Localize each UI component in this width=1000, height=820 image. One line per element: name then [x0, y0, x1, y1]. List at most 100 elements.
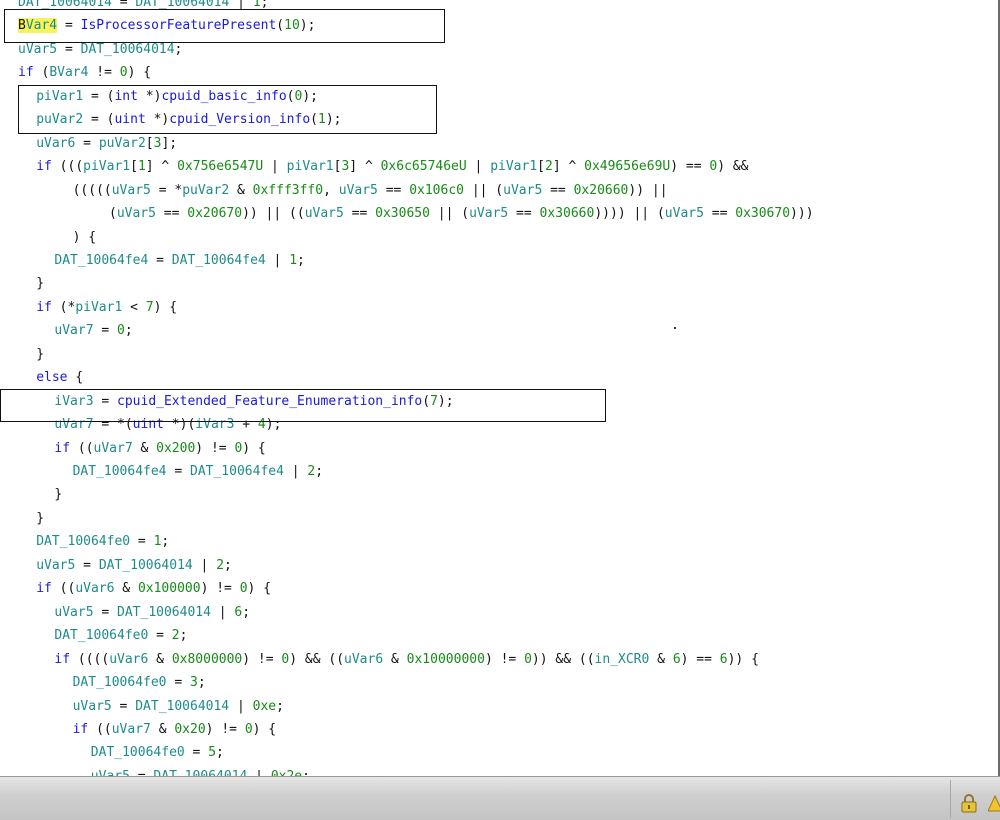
code-token: uVar5: [503, 182, 543, 198]
code-token: =: [148, 628, 172, 644]
code-token: DAT_10064014: [98, 557, 193, 573]
code-token: =: [184, 745, 209, 761]
code-token: uVar5: [304, 206, 344, 222]
code-token: 2: [216, 557, 225, 573]
code-token: ] ^: [552, 159, 585, 175]
code-token: =: [166, 675, 190, 691]
code-line[interactable]: uVar5 = DAT_10064014 | 2;: [36, 554, 232, 577]
code-token: 0x20670: [187, 206, 243, 222]
code-token: }: [36, 510, 45, 526]
stray-pixel: [674, 327, 676, 329]
code-line[interactable]: DAT_10064fe0 = 2;: [54, 624, 187, 647]
code-token: |: [210, 604, 235, 620]
code-token: ;: [197, 675, 206, 691]
code-line[interactable]: if (*piVar1 < 7) {: [36, 296, 177, 319]
code-line[interactable]: if ((((uVar6 & 0x8000000) != 0) && ((uVa…: [54, 648, 759, 671]
code-token: ) &&: [717, 159, 749, 175]
code-line[interactable]: else {: [36, 366, 83, 389]
code-token: 1: [137, 159, 146, 175]
code-line[interactable]: DAT_10064fe4 = DAT_10064fe4 | 1;: [54, 249, 304, 272]
code-token: if: [72, 721, 89, 737]
warning-icon[interactable]: [988, 793, 1000, 813]
decompiler-code-view[interactable]: DAT_10064014 = DAT_10064014 | 1; BVar4 = …: [0, 0, 1000, 776]
code-line[interactable]: uVar5 = DAT_10064014 | 6;: [54, 601, 250, 624]
code-token: [: [537, 159, 545, 175]
code-line[interactable]: if (BVar4 != 0) {: [18, 61, 151, 84]
code-token: (: [109, 206, 117, 222]
code-token: ) ==: [680, 651, 720, 667]
highlight-cpuid-basic-version: [18, 85, 437, 134]
code-token: uVar6: [75, 581, 115, 597]
code-token: ) !=: [195, 440, 235, 456]
code-token: uVar6: [344, 651, 384, 667]
code-token: |: [263, 159, 287, 175]
code-line[interactable]: DAT_10064fe0 = 1;: [36, 530, 169, 553]
code-line[interactable]: DAT_10064fe0 = 5;: [91, 741, 224, 764]
code-line[interactable]: uVar5 = DAT_10064014 | 0x2e;: [91, 765, 310, 776]
code-line[interactable]: (uVar5 == 0x20670)) || ((uVar5 == 0x3065…: [109, 202, 814, 225]
code-token: ==: [343, 206, 376, 222]
code-line[interactable]: }: [54, 483, 62, 506]
code-token: uVar6: [109, 651, 149, 667]
code-token: &: [148, 651, 172, 667]
code-token: 1: [289, 252, 298, 268]
code-token: 0x106c0: [409, 182, 464, 198]
code-line[interactable]: uVar6 = puVar2[3];: [36, 132, 177, 155]
code-line[interactable]: }: [36, 507, 44, 530]
code-token: {: [67, 370, 84, 386]
code-token: ;: [161, 534, 170, 550]
code-token: ;: [224, 557, 232, 573]
status-separator: [950, 780, 951, 818]
code-token: ) {: [127, 65, 152, 81]
code-token: ((: [70, 440, 94, 456]
code-token: ==: [508, 206, 540, 222]
code-token: else: [36, 370, 68, 386]
code-line[interactable]: if (((piVar1[1] ^ 0x756e6547U | piVar1[3…: [36, 155, 748, 178]
code-token: piVar1: [286, 159, 334, 175]
code-token: 5: [208, 745, 217, 761]
code-line[interactable]: if ((uVar7 & 0x20) != 0) {: [73, 718, 277, 741]
code-token: 0x20: [174, 721, 206, 737]
code-token: ) !=: [242, 651, 282, 667]
code-token: ) !=: [205, 721, 245, 737]
code-token: DAT_10064014: [117, 604, 211, 620]
code-token: =: [93, 604, 118, 620]
code-line[interactable]: (((((uVar5 = *puVar2 & 0xfff3ff0, uVar5 …: [73, 179, 668, 202]
code-token: |: [229, 698, 253, 714]
code-line[interactable]: DAT_10064fe0 = 3;: [73, 671, 206, 694]
code-token: ;: [276, 698, 284, 714]
code-token: uVar6: [36, 135, 76, 151]
code-line[interactable]: uVar7 = 0;: [54, 319, 132, 342]
code-line[interactable]: if ((uVar6 & 0x100000) != 0) {: [36, 577, 271, 600]
code-token: ;: [242, 604, 251, 620]
code-line[interactable]: }: [36, 272, 44, 295]
code-token: DAT_10064fe4: [72, 464, 167, 479]
code-line[interactable]: }: [36, 343, 44, 366]
code-token: ;: [174, 41, 183, 57]
code-token: ==: [542, 182, 574, 198]
code-token: DAT_10064fe0: [36, 534, 131, 550]
code-token: 2: [544, 159, 553, 175]
code-line[interactable]: ) {: [73, 226, 96, 249]
code-token: uVar5: [72, 698, 112, 714]
highlight-cpuid-extended-feature: [0, 389, 606, 422]
code-token: 0x756e6547U: [177, 159, 264, 175]
code-token: 6: [672, 651, 681, 667]
code-token: 0x20660: [573, 182, 629, 198]
code-line[interactable]: if ((uVar7 & 0x200) != 0) {: [54, 437, 265, 460]
code-token: piVar1: [490, 159, 538, 175]
code-token: 0xe: [252, 698, 277, 714]
code-token: 0x2e: [271, 769, 302, 776]
code-token: )) || ((: [242, 206, 305, 222]
code-token: |: [192, 557, 217, 573]
code-token: ) {: [242, 440, 266, 456]
code-token: 0x30670: [735, 206, 791, 222]
code-token: 0: [709, 159, 718, 175]
code-line[interactable]: DAT_10064fe4 = DAT_10064fe4 | 2;: [73, 460, 323, 483]
code-token: ;: [124, 323, 133, 339]
lock-icon[interactable]: [960, 793, 978, 813]
code-token: uVar5: [18, 41, 58, 57]
code-line[interactable]: uVar5 = DAT_10064014 | 0xe;: [73, 695, 284, 718]
code-token: ;: [315, 464, 324, 479]
code-token: 0: [239, 581, 248, 597]
